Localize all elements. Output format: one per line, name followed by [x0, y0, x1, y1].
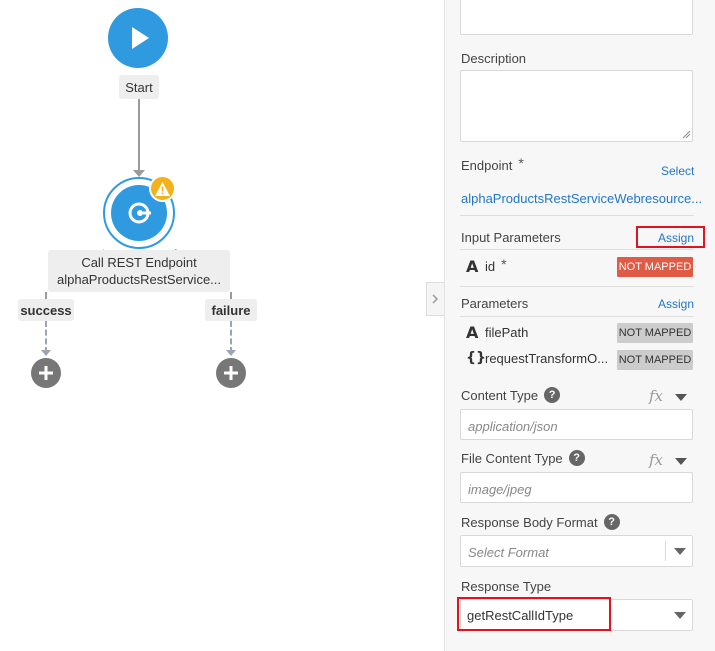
- success-branch-label[interactable]: success: [18, 299, 74, 321]
- start-node[interactable]: [108, 8, 168, 68]
- parameters-assign-link[interactable]: Assign: [658, 297, 694, 311]
- endpoint-label: Endpoint: [461, 158, 513, 173]
- dashed-connector: [230, 321, 232, 353]
- not-mapped-badge: NOT MAPPED: [617, 323, 693, 343]
- collapse-panel-button[interactable]: [426, 282, 444, 316]
- required-mark: *: [518, 155, 524, 171]
- resize-handle-icon: [682, 130, 691, 139]
- not-mapped-badge: NOT MAPPED: [617, 257, 693, 277]
- failure-branch-label[interactable]: failure: [205, 299, 257, 321]
- response-type-label: Response Type: [461, 579, 552, 594]
- add-success-action-button[interactable]: [31, 358, 61, 388]
- file-content-type-label-group: File Content Type ?: [461, 450, 585, 466]
- response-body-format-label: Response Body Format: [461, 514, 598, 530]
- plus-icon: [224, 366, 238, 380]
- parameters-label: Parameters: [461, 296, 529, 311]
- file-content-type-input[interactable]: image/jpeg: [460, 472, 693, 503]
- arrow-down-icon: [41, 350, 51, 356]
- endpoint-label-group: Endpoint *: [461, 155, 524, 173]
- chevron-down-icon[interactable]: [675, 458, 687, 465]
- warning-triangle-icon: [155, 181, 170, 196]
- rest-node-title: Call REST Endpoint: [81, 255, 197, 270]
- help-icon[interactable]: ?: [603, 514, 620, 530]
- select-divider: [665, 541, 666, 561]
- connector-line: [138, 99, 140, 174]
- arrow-down-icon: [226, 350, 236, 356]
- flow-canvas[interactable]: Start Call REST Endpoint alphaProductsRe…: [0, 0, 426, 651]
- param-name: filePath: [485, 325, 529, 340]
- chevron-down-icon: [674, 612, 686, 619]
- play-icon: [132, 27, 149, 49]
- chevron-down-icon[interactable]: [675, 394, 687, 401]
- response-body-format-select[interactable]: Select Format: [460, 535, 693, 567]
- rest-node-label[interactable]: Call REST Endpoint alphaProductsRestServ…: [48, 250, 230, 292]
- rest-connector-icon: [128, 202, 151, 224]
- add-failure-action-button[interactable]: [216, 358, 246, 388]
- fx-icon[interactable]: fx: [649, 387, 663, 405]
- file-content-type-label: File Content Type: [461, 450, 563, 466]
- help-icon[interactable]: ?: [544, 387, 561, 403]
- string-type-icon: A: [466, 257, 479, 276]
- description-label: Description: [461, 51, 527, 66]
- response-body-format-label-group: Response Body Format ?: [461, 514, 620, 530]
- not-mapped-badge: NOT MAPPED: [617, 350, 693, 370]
- divider: [460, 249, 694, 250]
- content-type-label-group: Content Type ?: [461, 387, 561, 403]
- input-parameters-label: Input Parameters: [461, 230, 561, 245]
- start-label: Start: [119, 75, 159, 99]
- divider: [460, 286, 694, 287]
- content-type-input[interactable]: application/json: [460, 409, 693, 440]
- response-body-format-placeholder: Select Format: [468, 545, 549, 560]
- name-input[interactable]: [460, 0, 693, 35]
- properties-panel: Description Endpoint * Select alphaProdu…: [444, 0, 715, 651]
- endpoint-value-link[interactable]: alphaProductsRestServiceWebresource...: [461, 191, 711, 206]
- param-name: id: [485, 259, 496, 274]
- endpoint-select-link[interactable]: Select: [661, 164, 694, 178]
- chevron-right-icon: [432, 294, 439, 304]
- content-type-label: Content Type: [461, 387, 539, 403]
- divider: [460, 316, 694, 317]
- required-mark: *: [501, 256, 507, 272]
- help-icon[interactable]: ?: [568, 450, 585, 466]
- string-type-icon: A: [466, 323, 479, 342]
- warning-icon[interactable]: [149, 175, 176, 202]
- connector-line: [230, 292, 232, 299]
- rest-node-subtitle: alphaProductsRestService...: [56, 272, 222, 287]
- object-type-icon: {}: [466, 350, 486, 366]
- dashed-connector: [45, 321, 47, 353]
- divider: [460, 215, 694, 216]
- description-textarea[interactable]: [460, 70, 693, 142]
- input-parameters-assign-link[interactable]: Assign: [658, 231, 694, 245]
- chevron-down-icon: [674, 548, 686, 555]
- param-row-filepath[interactable]: A filePath: [466, 323, 528, 342]
- response-type-value: getRestCallIdType: [467, 608, 574, 623]
- file-content-type-placeholder: image/jpeg: [468, 482, 532, 497]
- param-row-request-transform[interactable]: {} requestTransformO...: [466, 350, 608, 366]
- connector-line: [45, 292, 47, 299]
- param-name: requestTransformO...: [485, 350, 609, 366]
- plus-icon: [39, 366, 53, 380]
- content-type-placeholder: application/json: [468, 419, 558, 434]
- fx-icon[interactable]: fx: [649, 451, 663, 469]
